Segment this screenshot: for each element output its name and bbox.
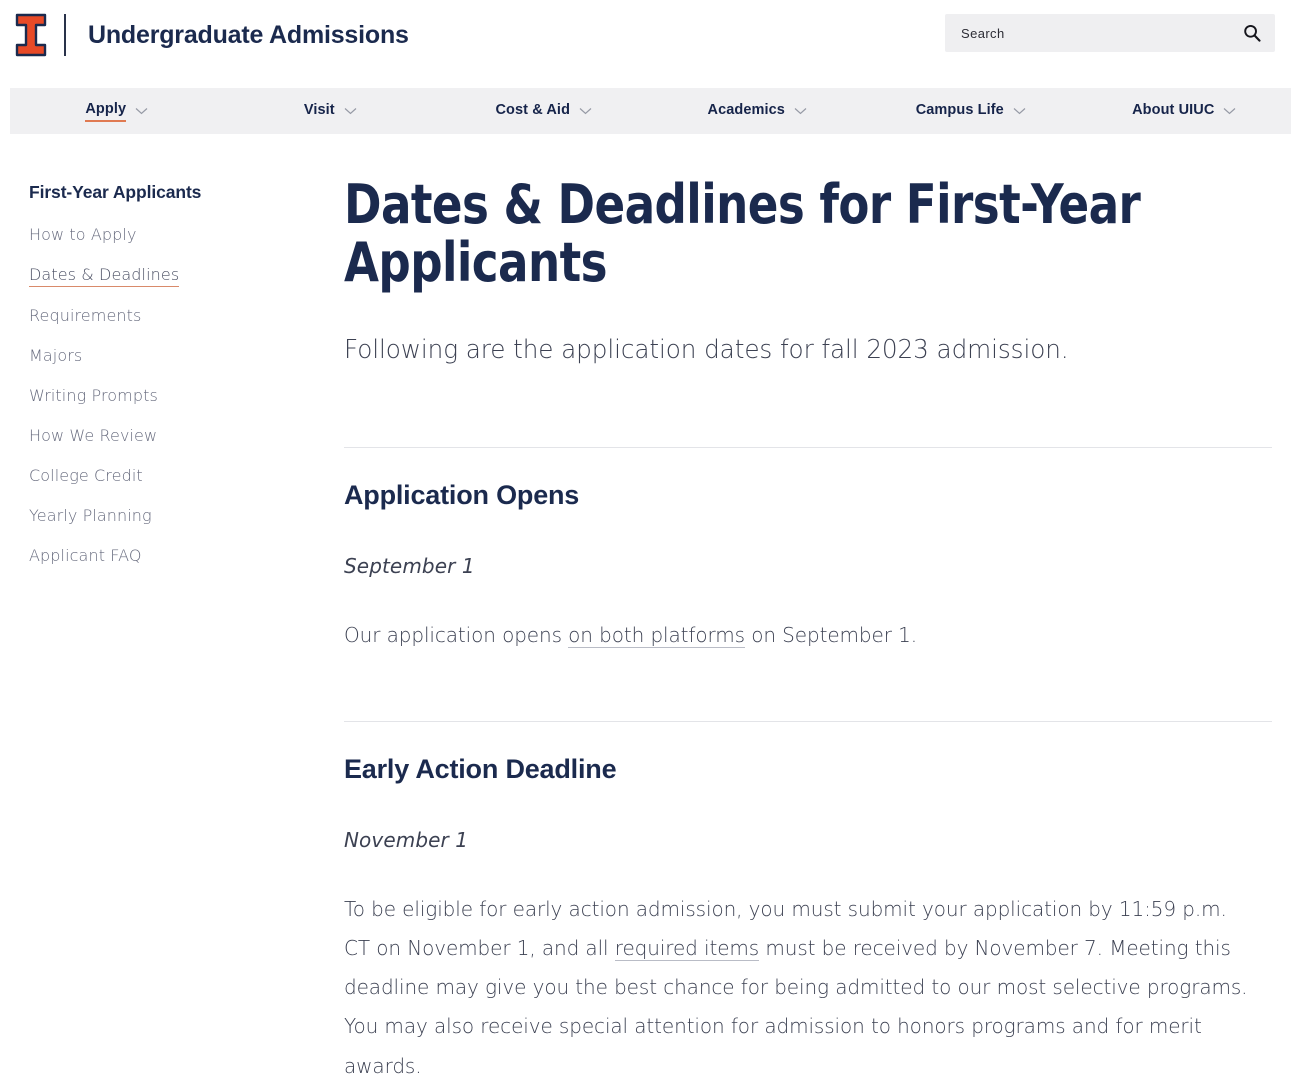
nav-item-apply[interactable]: Apply	[10, 88, 224, 134]
sidebar-item-applicant-faq[interactable]: Applicant FAQ	[29, 546, 142, 567]
section-heading: Application Opens	[344, 479, 580, 510]
chevron-down-icon	[794, 108, 807, 115]
chevron-down-icon	[135, 108, 148, 115]
search-icon	[1244, 24, 1261, 42]
page-title: Dates & Deadlines for First-Year Applica…	[344, 173, 1141, 295]
chevron-down-icon	[1224, 108, 1236, 115]
chevron-down-icon	[1013, 108, 1026, 115]
section-divider	[344, 720, 1272, 722]
main-content: Dates & Deadlines for First-Year Applica…	[322, 134, 1282, 1086]
sidebar-item-how-to-apply[interactable]: How to Apply	[29, 225, 137, 246]
page-intro: Following are the application dates for …	[344, 334, 1069, 365]
nav-item-academics[interactable]: Academics	[651, 88, 865, 134]
sidebar: First-Year Applicants How to Apply Dates…	[0, 134, 322, 1086]
nav-item-label: About UIUC	[1132, 101, 1215, 118]
page-body: First-Year Applicants How to Apply Dates…	[0, 134, 1306, 1086]
section-body-text-before: Our application opens	[344, 622, 569, 647]
chevron-down-icon	[579, 108, 592, 115]
section-application-opens: Application Opens September 1 Our applic…	[344, 480, 1252, 655]
brand[interactable]: Undergraduate Admissions	[14, 13, 409, 57]
nav-item-label: Visit	[303, 101, 335, 118]
site-title: Undergraduate Admissions	[88, 20, 409, 49]
sidebar-item-college-credit[interactable]: College Credit	[29, 466, 143, 487]
section-body-text-after: on September 1.	[744, 622, 917, 647]
section-early-action-deadline: Early Action Deadline November 1 To be e…	[344, 754, 1252, 1086]
sidebar-item-writing-prompts[interactable]: Writing Prompts	[29, 386, 158, 407]
site-header: Undergraduate Admissions	[0, 0, 1306, 70]
sidebar-item-dates-and-deadlines[interactable]: Dates & Deadlines	[29, 265, 180, 287]
illinois-block-i-logo-icon	[15, 13, 47, 57]
section-body: Our application opens on both platforms …	[344, 616, 1252, 655]
section-heading: Early Action Deadline	[344, 753, 617, 784]
search-input[interactable]	[959, 24, 1241, 42]
main-navigation: Apply Visit Cost & Aid Academics Campus …	[10, 88, 1291, 134]
sidebar-item-requirements[interactable]: Requirements	[29, 306, 141, 327]
nav-item-about-uiuc[interactable]: About UIUC	[1078, 88, 1292, 134]
nav-item-cost-and-aid[interactable]: Cost & Aid	[437, 88, 651, 134]
search-button[interactable]	[1241, 22, 1263, 44]
link-on-both-platforms[interactable]: on both platforms	[568, 622, 745, 648]
sidebar-item-majors[interactable]: Majors	[29, 346, 82, 367]
nav-item-visit[interactable]: Visit	[224, 88, 438, 134]
section-body: To be eligible for early action admissio…	[344, 890, 1252, 1086]
nav-item-label: Cost & Aid	[495, 101, 571, 118]
sidebar-item-how-we-review[interactable]: How We Review	[29, 426, 157, 447]
sidebar-title: First-Year Applicants	[29, 182, 202, 202]
nav-item-label: Academics	[707, 101, 785, 118]
chevron-down-icon	[344, 108, 357, 115]
section-date: September 1	[344, 553, 475, 578]
sidebar-item-yearly-planning[interactable]: Yearly Planning	[29, 506, 152, 527]
nav-item-label: Campus Life	[915, 101, 1004, 118]
nav-item-campus-life[interactable]: Campus Life	[864, 88, 1078, 134]
search-box[interactable]	[945, 14, 1275, 52]
brand-divider	[64, 14, 66, 56]
link-required-items[interactable]: required items	[614, 936, 759, 961]
nav-item-label: Apply	[85, 101, 127, 122]
section-date: November 1	[344, 827, 469, 852]
section-divider	[344, 446, 1272, 448]
